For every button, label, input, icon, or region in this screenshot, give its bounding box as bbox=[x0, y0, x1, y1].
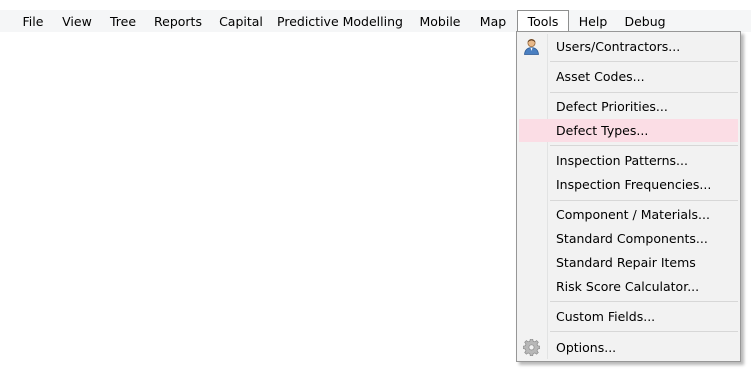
menu-item-label: Defect Priorities... bbox=[556, 99, 668, 114]
menu-item-options[interactable]: Options... bbox=[519, 336, 738, 359]
menu-item-users-contractors[interactable]: Users/Contractors... bbox=[519, 35, 738, 58]
tools-dropdown-menu: Users/Contractors... Asset Codes... Defe… bbox=[516, 31, 741, 362]
menu-item-label: Options... bbox=[556, 340, 617, 355]
menu-item-label: Component / Materials... bbox=[556, 207, 710, 222]
menu-capital-label: Capital bbox=[219, 14, 263, 29]
menu-debug[interactable]: Debug bbox=[620, 10, 670, 32]
menu-item-label: Risk Score Calculator... bbox=[556, 279, 700, 294]
menu-bar: File View Tree Reports Capital Predictiv… bbox=[0, 10, 751, 32]
menu-item-label: Inspection Frequencies... bbox=[556, 177, 712, 192]
menu-map-label: Map bbox=[479, 14, 507, 29]
menu-item-defect-types[interactable]: Defect Types... bbox=[519, 119, 738, 142]
user-icon bbox=[524, 39, 539, 55]
menu-mobile[interactable]: Mobile bbox=[412, 10, 468, 32]
menu-item-label: Defect Types... bbox=[556, 123, 649, 138]
menu-separator bbox=[550, 92, 738, 93]
menu-item-label: Standard Components... bbox=[556, 231, 708, 246]
menu-debug-label: Debug bbox=[624, 14, 666, 29]
menu-file[interactable]: File bbox=[15, 10, 51, 32]
menu-map[interactable]: Map bbox=[474, 10, 512, 32]
gear-icon bbox=[523, 339, 540, 356]
menu-separator bbox=[550, 301, 738, 302]
menu-item-inspection-patterns[interactable]: Inspection Patterns... bbox=[519, 149, 738, 172]
menu-item-component-materials[interactable]: Component / Materials... bbox=[519, 203, 738, 226]
menu-separator bbox=[550, 331, 738, 332]
menu-tools[interactable]: Tools bbox=[517, 10, 569, 32]
menu-item-standard-components[interactable]: Standard Components... bbox=[519, 227, 738, 250]
menu-mobile-label: Mobile bbox=[419, 14, 461, 29]
menu-tools-label: Tools bbox=[527, 14, 559, 29]
menu-item-asset-codes[interactable]: Asset Codes... bbox=[519, 65, 738, 88]
menu-predictive-modelling[interactable]: Predictive Modelling bbox=[274, 10, 406, 32]
menu-tree[interactable]: Tree bbox=[103, 10, 143, 32]
menu-help-label: Help bbox=[578, 14, 608, 29]
menu-item-custom-fields[interactable]: Custom Fields... bbox=[519, 305, 738, 328]
menu-file-label: File bbox=[22, 14, 44, 29]
menu-item-standard-repair-items[interactable]: Standard Repair Items bbox=[519, 251, 738, 274]
menu-view-label: View bbox=[62, 14, 92, 29]
menu-predictive-modelling-label: Predictive Modelling bbox=[277, 14, 403, 29]
menu-separator bbox=[550, 200, 738, 201]
menu-help[interactable]: Help bbox=[572, 10, 614, 32]
menu-item-inspection-frequencies[interactable]: Inspection Frequencies... bbox=[519, 173, 738, 196]
menu-item-label: Inspection Patterns... bbox=[556, 153, 688, 168]
menu-reports-label: Reports bbox=[154, 14, 202, 29]
menu-item-defect-priorities[interactable]: Defect Priorities... bbox=[519, 95, 738, 118]
menu-item-label: Asset Codes... bbox=[556, 69, 645, 84]
menu-reports[interactable]: Reports bbox=[149, 10, 207, 32]
menu-item-label: Users/Contractors... bbox=[556, 39, 681, 54]
menu-capital[interactable]: Capital bbox=[213, 10, 269, 32]
menu-item-label: Standard Repair Items bbox=[556, 255, 696, 270]
menu-separator bbox=[550, 61, 738, 62]
menu-item-risk-score-calculator[interactable]: Risk Score Calculator... bbox=[519, 275, 738, 298]
menu-separator bbox=[550, 145, 738, 146]
menu-view[interactable]: View bbox=[56, 10, 98, 32]
menu-item-label: Custom Fields... bbox=[556, 309, 656, 324]
menu-tree-label: Tree bbox=[109, 14, 137, 29]
